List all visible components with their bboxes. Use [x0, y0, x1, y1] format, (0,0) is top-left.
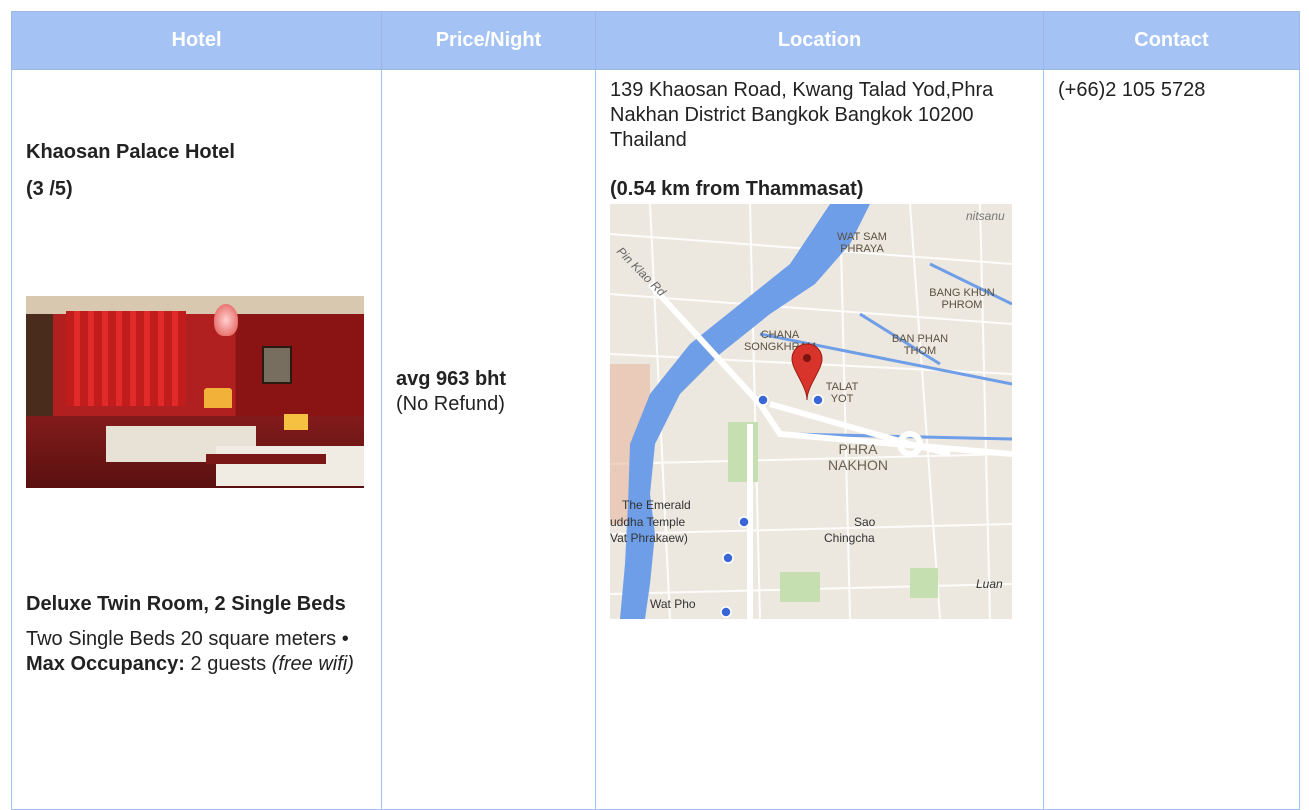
header-location: Location — [595, 11, 1044, 70]
wifi-note: (free wifi) — [271, 653, 354, 675]
max-occupancy-label: Max Occupancy: — [26, 653, 185, 675]
max-occupancy-value: 2 guests — [184, 653, 272, 675]
header-hotel: Hotel — [11, 11, 382, 70]
map-label-wat-sam-phraya: WAT SAM — [837, 231, 887, 243]
svg-text:PHRAYA: PHRAYA — [840, 243, 884, 255]
hotel-rating: (3 /5) — [26, 178, 73, 200]
map-label-ban-phan-thom: BAN PHAN — [892, 333, 948, 345]
hotel-name: Khaosan Palace Hotel — [26, 141, 235, 163]
location-cell: 139 Khaosan Road, Kwang Talad Yod,Phra N… — [595, 69, 1044, 810]
header-row: Hotel Price/Night Location Contact — [11, 11, 1300, 70]
svg-text:Vat Phrakaew): Vat Phrakaew) — [610, 531, 688, 545]
svg-text:uddha Temple: uddha Temple — [610, 515, 685, 529]
location-map[interactable]: WAT SAM PHRAYA BANG KHUN PHROM CHANA SON… — [610, 204, 1012, 619]
table-row: Khaosan Palace Hotel (3 /5) Deluxe Twin … — [11, 69, 1300, 810]
map-label-wat-pho: Wat Pho — [650, 597, 696, 611]
room-photo — [26, 296, 364, 488]
map-label-phra-nakhon: PHRA — [839, 441, 879, 457]
room-name: Deluxe Twin Room, 2 Single Beds — [26, 593, 346, 615]
map-label-luan: Luan — [976, 577, 1003, 591]
svg-text:Chingcha: Chingcha — [824, 531, 875, 545]
svg-text:PHROM: PHROM — [942, 299, 983, 311]
contact-phone[interactable]: (+66)2 105 5728 — [1058, 78, 1285, 103]
map-label-sao-chingcha: Sao — [854, 515, 876, 529]
room-desc-prefix: Two Single Beds 20 square meters • — [26, 628, 349, 650]
hotel-table: Hotel Price/Night Location Contact Khaos… — [11, 11, 1300, 810]
map-label-chana-songkhram: CHANA — [761, 329, 800, 341]
hotel-address: 139 Khaosan Road, Kwang Talad Yod,Phra N… — [610, 79, 994, 151]
map-label-nitsanu: nitsanu — [966, 209, 1005, 223]
svg-text:NAKHON: NAKHON — [828, 457, 888, 473]
svg-text:THOM: THOM — [904, 345, 936, 357]
refund-policy: (No Refund) — [396, 393, 505, 415]
header-price: Price/Night — [381, 11, 596, 70]
price-avg: avg 963 bht — [396, 368, 507, 390]
header-contact: Contact — [1043, 11, 1300, 70]
map-label-talat-yot: TALAT — [826, 381, 859, 393]
room-description: Two Single Beds 20 square meters • Max O… — [26, 627, 367, 677]
price-cell: avg 963 bht (No Refund) — [381, 69, 596, 810]
svg-text:YOT: YOT — [831, 393, 854, 405]
distance-note: (0.54 km from Thammasat) — [610, 178, 864, 200]
hotel-cell: Khaosan Palace Hotel (3 /5) Deluxe Twin … — [11, 69, 382, 810]
map-label-emerald-buddha: The Emerald — [622, 498, 691, 512]
map-label-bang-khun-phrom: BANG KHUN — [929, 287, 994, 299]
contact-cell: (+66)2 105 5728 — [1043, 69, 1300, 810]
